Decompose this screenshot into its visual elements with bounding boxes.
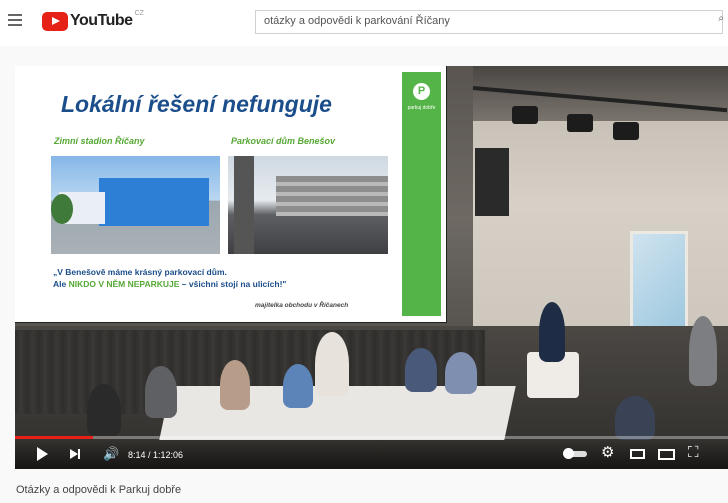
quote-highlight: NIKDO V NĚM NEPARKUJE: [68, 279, 180, 289]
search-input[interactable]: otázky a odpovědi k parkování Říčany ⌕: [255, 10, 724, 34]
slide-attribution: majitelka obchodu v Říčanech: [255, 302, 349, 309]
gear-icon[interactable]: ⚙: [601, 445, 614, 461]
video-title[interactable]: Otázky a odpovědi k Parkuj dobře: [16, 484, 181, 496]
person-standing: [689, 316, 717, 386]
time-display: 8:14 / 1:12:06: [128, 450, 184, 460]
stage-lamp: [613, 122, 639, 140]
next-icon[interactable]: [70, 446, 82, 462]
parking-p-icon: P: [413, 83, 430, 100]
progress-fill: [15, 436, 94, 439]
logo-country-code: CZ: [134, 9, 144, 17]
youtube-play-icon: [42, 11, 68, 31]
slide-quote-line2: Ale NIKDO V NĚM NEPARKUJE – všichni stoj…: [53, 279, 287, 289]
stage-lamp: [512, 106, 538, 124]
theater-mode-icon[interactable]: [658, 449, 675, 460]
photo-winter-stadium: [51, 156, 220, 254]
stage-lamp: [567, 114, 593, 132]
room-window: [630, 231, 688, 335]
search-value: otázky a odpovědi k parkování Říčany: [264, 15, 450, 27]
search-button[interactable]: ⌕: [718, 13, 724, 24]
person-panel: [87, 384, 121, 436]
person-panel: [283, 364, 313, 408]
person-audience: [615, 396, 655, 440]
person-panel: [315, 332, 349, 396]
logo-text: YouTube: [70, 12, 133, 29]
person-panel: [145, 366, 177, 418]
volume-icon[interactable]: 🔊: [103, 446, 121, 462]
person-panel: [220, 360, 250, 410]
brand-text: parkuj dobře: [407, 105, 436, 111]
slide-title: Lokální řešení nefunguje: [61, 91, 332, 117]
wall-speaker: [475, 148, 509, 216]
autoplay-toggle[interactable]: [563, 448, 587, 459]
presentation-slide: Lokální řešení nefunguje Zimní stadion Ř…: [15, 66, 446, 322]
slide-brand-bar: P parkuj dobře: [402, 72, 441, 316]
person-panel: [445, 352, 477, 394]
fullscreen-icon[interactable]: [688, 445, 703, 461]
miniplayer-icon[interactable]: [630, 449, 645, 459]
video-player[interactable]: Lokální řešení nefunguje Zimní stadion Ř…: [15, 66, 728, 469]
player-controls: 🔊 8:14 / 1:12:06 ⚙: [15, 440, 728, 469]
menu-icon[interactable]: [8, 14, 22, 26]
person-speaker: [539, 302, 565, 362]
slide-quote-line1: „V Benešově máme krásný parkovací dům.: [53, 267, 227, 277]
progress-bar[interactable]: [15, 436, 728, 439]
youtube-logo[interactable]: YouTube CZ: [42, 10, 144, 32]
slide-caption-left: Zimní stadion Říčany: [54, 136, 145, 146]
masthead: YouTube CZ otázky a odpovědi k parkování…: [0, 0, 728, 46]
photo-parking-house: [228, 156, 388, 254]
person-panel: [405, 348, 437, 392]
play-icon[interactable]: [37, 447, 48, 461]
slide-caption-right: Parkovací dům Benešov: [231, 136, 336, 146]
